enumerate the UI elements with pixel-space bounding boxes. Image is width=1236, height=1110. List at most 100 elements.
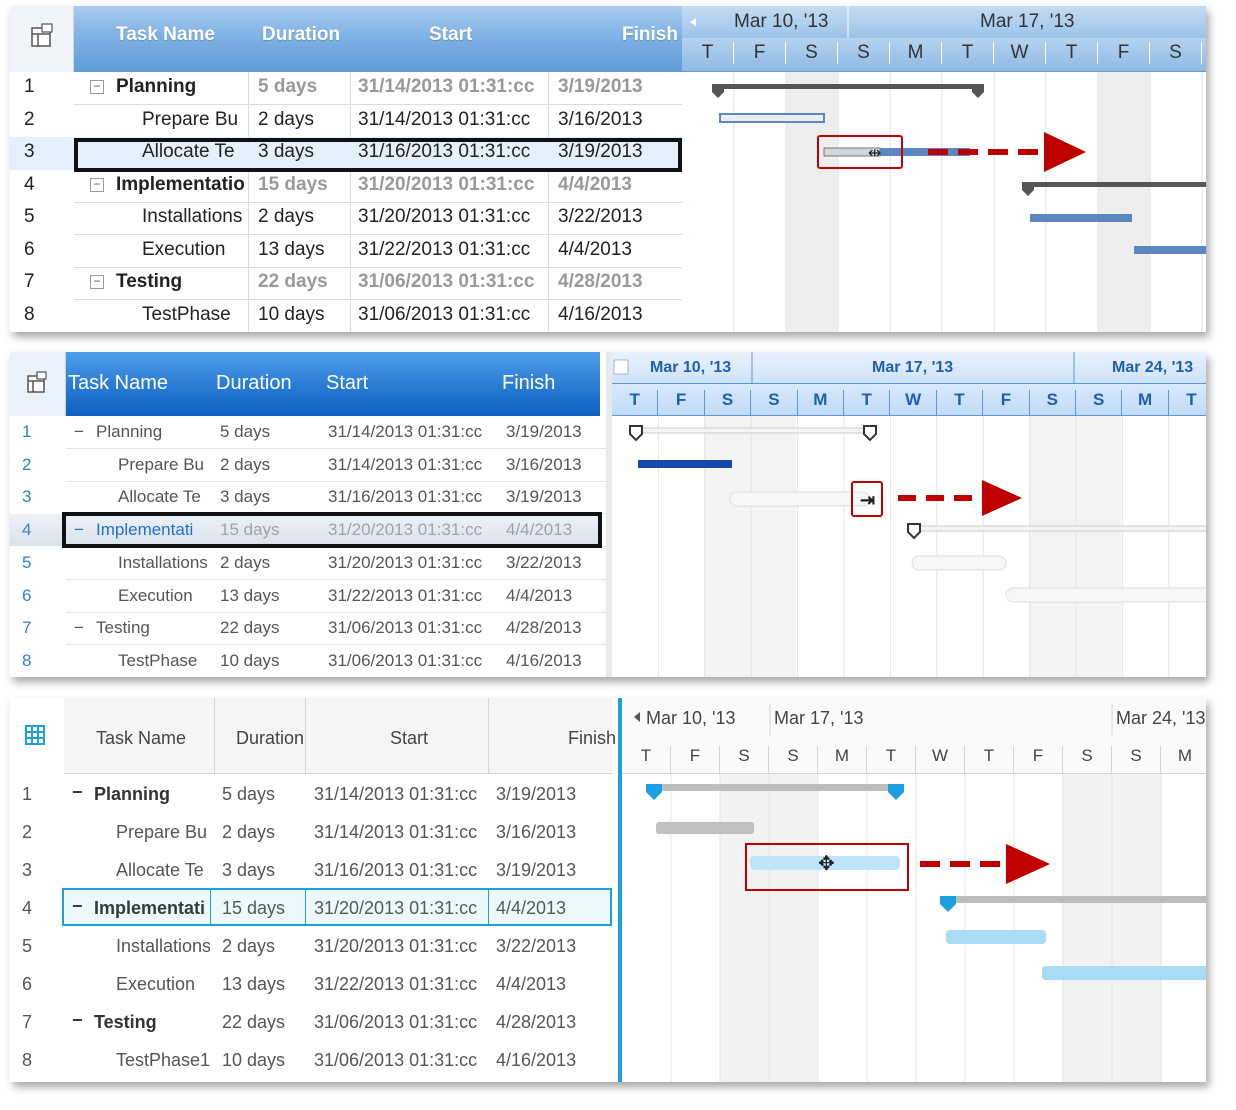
task-name-cell[interactable]: Installations (116, 936, 210, 957)
duration-cell[interactable]: 10 days (258, 304, 325, 326)
table-row[interactable]: 4− Implementati 15 days 31/20/2013 01:31:cc… (10, 888, 612, 926)
duration-cell[interactable]: 2 days (220, 455, 270, 475)
start-cell[interactable]: 31/14/2013 01:31:cc (358, 109, 544, 131)
column-chooser-button[interactable] (10, 352, 66, 416)
start-cell[interactable]: 31/16/2013 01:31:cc (314, 860, 490, 881)
finish-cell[interactable]: 4/4/2013 (558, 239, 632, 261)
task-name-cell[interactable]: Allocate Te (142, 141, 246, 163)
finish-cell[interactable]: 4/16/2013 (558, 304, 643, 326)
collapse-toggle[interactable]: − (72, 1010, 83, 1031)
table-row[interactable]: 5 Installations 2 days 31/20/2013 01:31:cc 3… (10, 202, 682, 235)
duration-cell[interactable]: 22 days (258, 271, 328, 293)
finish-cell[interactable]: 3/16/2013 (558, 109, 643, 131)
column-chooser-button[interactable] (10, 698, 64, 774)
table-row[interactable]: 1− Planning 5 days 31/14/2013 01:31:cc 3/19/… (10, 416, 600, 448)
duration-cell[interactable]: 3 days (222, 860, 275, 881)
start-cell[interactable]: 31/14/2013 01:31:cc (314, 822, 490, 843)
task-name-cell[interactable]: Execution (118, 586, 216, 606)
column-header-task-name[interactable]: Task Name (116, 24, 215, 46)
table-row[interactable]: 7− Testing 22 days 31/06/2013 01:31:cc 4/28/… (10, 1002, 612, 1040)
column-header-start[interactable]: Start (429, 24, 472, 46)
collapse-toggle[interactable]: − (74, 422, 84, 442)
column-header-duration[interactable]: Duration (262, 24, 340, 46)
finish-cell[interactable]: 3/22/2013 (496, 936, 576, 957)
duration-cell[interactable]: 13 days (222, 974, 285, 995)
duration-cell[interactable]: 2 days (222, 936, 275, 957)
start-cell[interactable]: 31/06/2013 01:31:cc (314, 1050, 490, 1071)
table-row[interactable]: 3 Allocate Te 3 days 31/16/2013 01:31:cc 3/1… (10, 850, 612, 888)
start-cell[interactable]: 31/14/2013 01:31:cc (328, 422, 498, 442)
table-row[interactable]: 8 TestPhase 10 days 31/06/2013 01:31:cc 4/16… (10, 645, 600, 677)
finish-cell[interactable]: 4/4/2013 (506, 520, 572, 540)
finish-cell[interactable]: 4/4/2013 (496, 898, 566, 919)
start-cell[interactable]: 31/20/2013 01:31:cc (358, 174, 544, 196)
table-row[interactable]: 6 Execution 13 days 31/22/2013 01:31:cc 4/4/… (10, 964, 612, 1002)
table-row[interactable]: 4 − Implementatio 15 days 31/20/2013 01:31:c… (10, 170, 682, 203)
task-name-cell[interactable]: Allocate Te (116, 860, 210, 881)
start-cell[interactable]: 31/22/2013 01:31:cc (328, 586, 498, 606)
start-cell[interactable]: 31/20/2013 01:31:cc (358, 206, 544, 228)
task-name-cell[interactable]: Execution (142, 239, 246, 261)
table-row[interactable]: 7− Testing 22 days 31/06/2013 01:31:cc 4/28/… (10, 267, 682, 300)
finish-cell[interactable]: 4/16/2013 (506, 651, 582, 671)
collapse-toggle[interactable]: − (72, 896, 83, 917)
start-cell[interactable]: 31/14/2013 01:31:cc (314, 784, 490, 805)
start-cell[interactable]: 31/22/2013 01:31:cc (358, 239, 544, 261)
column-header-finish[interactable]: Finish (502, 372, 555, 395)
column-header-finish[interactable]: Finish (568, 728, 616, 749)
table-row[interactable]: 4− Implementati 15 days 31/20/2013 01:31:cc… (10, 514, 600, 547)
task-name-cell[interactable]: TestPhase (142, 304, 246, 326)
gantt-chart[interactable]: Mar 10, '13 Mar 17, '13 Mar 24, '13 TFSS… (606, 352, 1206, 677)
start-cell[interactable]: 31/06/2013 01:31:cc (328, 618, 498, 638)
table-row[interactable]: 6 Execution 13 days 31/22/2013 01:31:cc 4/4/… (10, 580, 600, 612)
table-row[interactable]: 3 Allocate Te 3 days 31/16/2013 01:31:cc 3/1… (10, 481, 600, 513)
task-name-cell[interactable]: Planning (116, 76, 244, 98)
duration-cell[interactable]: 13 days (220, 586, 280, 606)
start-cell[interactable]: 31/14/2013 01:31:cc (358, 76, 544, 98)
start-cell[interactable]: 31/06/2013 01:31:cc (358, 304, 544, 326)
task-name-cell[interactable]: Installations (118, 553, 216, 573)
task-name-cell[interactable]: Planning (96, 422, 216, 442)
duration-cell[interactable]: 15 days (222, 898, 285, 919)
table-row[interactable]: 2 Prepare Bu 2 days 31/14/2013 01:31:cc 3/16… (10, 812, 612, 850)
start-cell[interactable]: 31/20/2013 01:31:cc (328, 520, 498, 540)
table-row[interactable]: 6 Execution 13 days 31/22/2013 01:31:cc 4/4/… (10, 235, 682, 268)
column-chooser-button[interactable] (10, 6, 74, 72)
task-name-cell[interactable]: Prepare Bu (116, 822, 210, 843)
finish-cell[interactable]: 3/22/2013 (558, 206, 643, 228)
start-cell[interactable]: 31/16/2013 01:31:cc (328, 487, 498, 507)
start-cell[interactable]: 31/20/2013 01:31:cc (314, 936, 490, 957)
task-name-cell[interactable]: Execution (116, 974, 210, 995)
finish-cell[interactable]: 4/28/2013 (496, 1012, 576, 1033)
column-header-start[interactable]: Start (326, 372, 368, 395)
finish-cell[interactable]: 3/19/2013 (496, 860, 576, 881)
task-name-cell[interactable]: Testing (116, 271, 244, 293)
task-name-cell[interactable]: Testing (94, 1012, 210, 1033)
start-cell[interactable]: 31/20/2013 01:31:cc (314, 898, 490, 919)
task-name-cell[interactable]: Planning (94, 784, 210, 805)
duration-cell[interactable]: 15 days (258, 174, 328, 196)
table-row[interactable]: 5 Installations 2 days 31/20/2013 01:31:cc 3… (10, 547, 600, 579)
finish-cell[interactable]: 3/19/2013 (558, 141, 643, 163)
task-name-cell[interactable]: Installations (142, 206, 246, 228)
finish-cell[interactable]: 3/19/2013 (506, 422, 582, 442)
duration-cell[interactable]: 13 days (258, 239, 325, 261)
task-name-cell[interactable]: Allocate Te (118, 487, 216, 507)
duration-cell[interactable]: 2 days (222, 822, 275, 843)
collapse-toggle[interactable]: − (90, 275, 104, 289)
duration-cell[interactable]: 5 days (220, 422, 270, 442)
duration-cell[interactable]: 2 days (220, 553, 270, 573)
task-name-cell[interactable]: Implementatio (116, 174, 244, 196)
column-header-task-name[interactable]: Task Name (96, 728, 186, 749)
table-row[interactable]: 1− Planning 5 days 31/14/2013 01:31:cc 3/19/… (10, 774, 612, 812)
task-name-cell[interactable]: Prepare Bu (118, 455, 216, 475)
gantt-chart[interactable]: Mar 10, '13 Mar 17, '13 TFSSMTWTFS ⇹ (682, 6, 1206, 332)
task-name-cell[interactable]: Implementati (94, 898, 210, 919)
start-cell[interactable]: 31/14/2013 01:31:cc (328, 455, 498, 475)
start-cell[interactable]: 31/20/2013 01:31:cc (328, 553, 498, 573)
table-row[interactable]: 7− Testing 22 days 31/06/2013 01:31:cc 4/28/… (10, 612, 600, 644)
start-cell[interactable]: 31/06/2013 01:31:cc (358, 271, 544, 293)
start-cell[interactable]: 31/06/2013 01:31:cc (314, 1012, 490, 1033)
column-header-duration[interactable]: Duration (236, 728, 304, 749)
collapse-toggle[interactable]: − (74, 618, 84, 638)
